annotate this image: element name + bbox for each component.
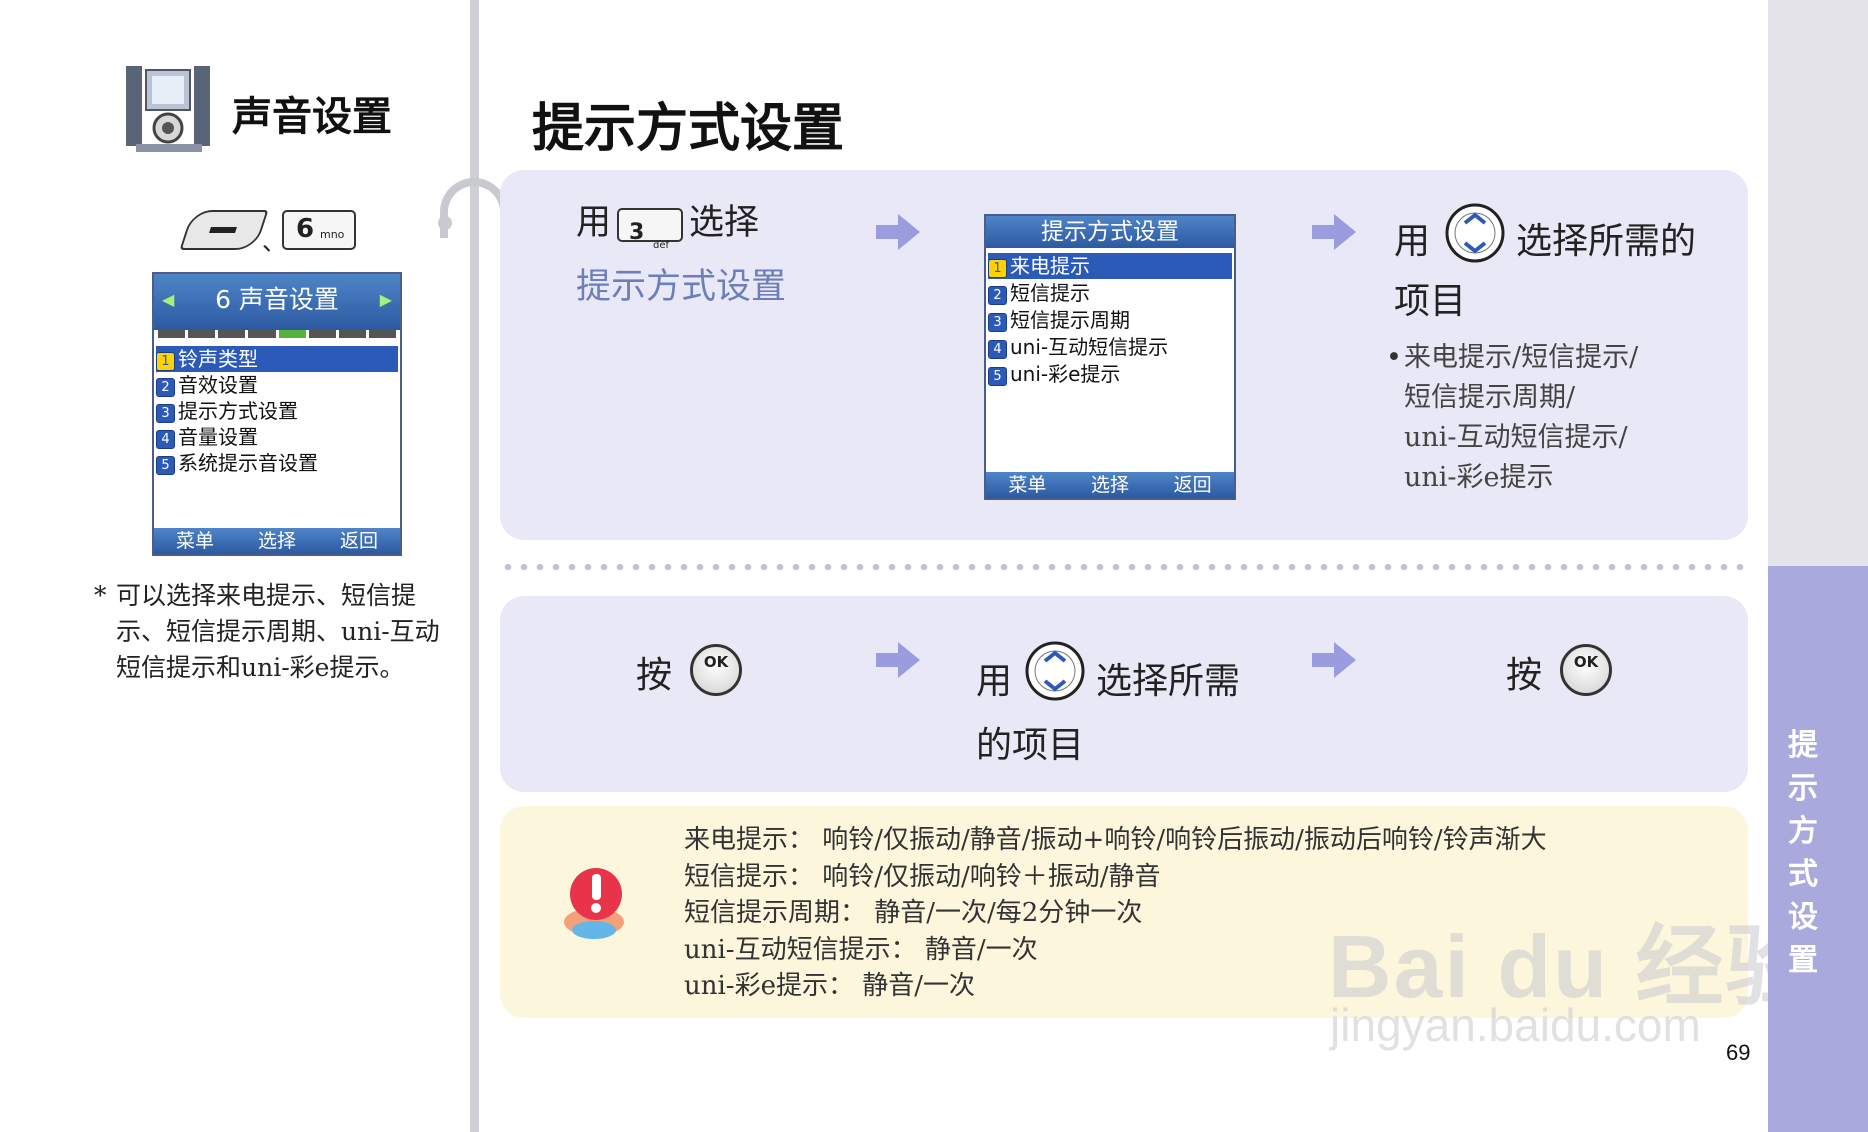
warning-line: 短信提示： 响铃/仅振动/响铃＋振动/静音	[684, 861, 1161, 892]
option-line: uni-彩e提示	[1404, 462, 1554, 493]
phone-menu-item: 3 提示方式设置	[156, 398, 398, 424]
binding-hook-icon	[440, 178, 508, 238]
row2-press2: 按	[1506, 655, 1543, 696]
left-column: 声音设置 、 6 mno ◀ 6 声音设置 ▶ 1 铃声类型 2 音效设置 3 提示方…	[0, 0, 470, 1132]
note-asterisk: *	[94, 581, 107, 610]
hook-end-dot	[438, 216, 452, 230]
row2-use: 用	[976, 661, 1013, 702]
page-number: 69	[1726, 1040, 1751, 1065]
step3-options-list: • 来电提示/短信提示/ 短信提示周期/ uni-互动短信提示/ uni-彩e提…	[1386, 338, 1639, 498]
left-softkey-icon	[179, 210, 269, 250]
page-spine	[470, 0, 479, 1132]
side-note-text: 可以选择来电提示、短信提示、短信提示周期、uni-互动短信提示和uni-彩e提示…	[116, 581, 440, 682]
phone-menu-item: 5 系统提示音设置	[156, 450, 398, 476]
key-3-icon: 3 def	[617, 207, 684, 251]
phone-menu-item: 5 uni-彩e提示	[988, 361, 1232, 387]
dotted-divider	[500, 564, 1748, 570]
phone-screen-header: ◀ 6 声音设置 ▶	[154, 274, 400, 330]
key-6-number: 6	[296, 214, 315, 244]
watermark-url: jingyan.baidu.com	[1330, 999, 1701, 1051]
speaker-system-icon	[126, 66, 210, 152]
phone-menu-item: 4 音量设置	[156, 424, 398, 450]
phone-screen-header-text: 6 声音设置	[215, 285, 339, 314]
navigation-key-icon	[1025, 641, 1085, 701]
softkey-back: 返回	[1173, 474, 1212, 496]
left-arrow-icon: ◀	[162, 290, 175, 309]
warning-line: 来电提示： 响铃/仅振动/静音/振动+响铃/响铃后振动/振动后响铃/铃声渐大	[684, 825, 1547, 855]
step1-target: 提示方式设置	[576, 267, 787, 307]
bullet-icon: •	[1386, 342, 1402, 373]
phone-screen-header: 提示方式设置	[986, 216, 1234, 248]
phone-softkey-bar: 菜单 选择 返回	[154, 528, 400, 554]
navigation-key-icon	[1445, 203, 1505, 263]
right-arrow-icon	[1312, 642, 1356, 678]
phone-menu-item: 2 音效设置	[156, 372, 398, 398]
ok-key-icon: OK	[1560, 644, 1612, 696]
key-6-letters: mno	[320, 228, 345, 241]
option-line: 短信提示周期/	[1404, 382, 1576, 413]
softkey-select: 选择	[257, 530, 296, 552]
phone-softkey-bar: 菜单 选择 返回	[986, 472, 1234, 498]
right-arrow-icon	[876, 642, 920, 678]
right-arrow-icon	[876, 214, 920, 250]
ok-key-icon: OK	[690, 644, 742, 696]
phone-menu-item: 3 短信提示周期	[988, 307, 1232, 333]
phone-menu-item: 4 uni-互动短信提示	[988, 334, 1232, 360]
page-title: 提示方式设置	[532, 99, 845, 159]
phone-menu-item: 2 短信提示	[988, 280, 1232, 306]
side-tab-text: 提 示 方 式 设 置	[1788, 728, 1818, 978]
section-title: 声音设置	[232, 94, 392, 140]
phone-menu-item: 1 来电提示	[988, 253, 1232, 279]
row2-line2: 的项目	[976, 725, 1085, 766]
step3-line1: 选择所需的	[1516, 221, 1697, 262]
key-6-icon: 6 mno	[282, 210, 356, 250]
row2-line1: 选择所需	[1096, 661, 1241, 702]
phone-screen-sound-settings: ◀ 6 声音设置 ▶ 1 铃声类型 2 音效设置 3 提示方式设置 4 音量设置 5 系统…	[152, 272, 402, 556]
side-margin-strip	[1768, 0, 1868, 566]
option-line: 来电提示/短信提示/	[1404, 342, 1639, 373]
row2-press: 按	[636, 655, 673, 696]
warning-exclamation-icon	[564, 868, 624, 939]
softkey-select: 选择	[1090, 474, 1129, 496]
phone-screen-alert-settings: 提示方式设置 1 来电提示 2 短信提示 3 短信提示周期 4 uni-互动短信提示 5…	[984, 214, 1236, 500]
softkey-back: 返回	[339, 530, 378, 552]
softkey-menu: 菜单	[1008, 474, 1047, 496]
step3-use: 用	[1394, 221, 1431, 262]
step3-line2: 项目	[1394, 281, 1467, 322]
step1-line1: 用 3 def 选择	[576, 203, 760, 251]
phone-screen-tabs	[154, 330, 400, 338]
option-line: uni-互动短信提示/	[1404, 422, 1628, 453]
side-note: * 可以选择来电提示、短信提示、短信提示周期、uni-互动短信提示和uni-彩e…	[94, 578, 456, 686]
right-arrow-icon	[1312, 214, 1356, 250]
softkey-menu: 菜单	[175, 530, 214, 552]
phone-menu-item: 1 铃声类型	[156, 346, 398, 372]
right-arrow-icon: ▶	[379, 290, 392, 309]
